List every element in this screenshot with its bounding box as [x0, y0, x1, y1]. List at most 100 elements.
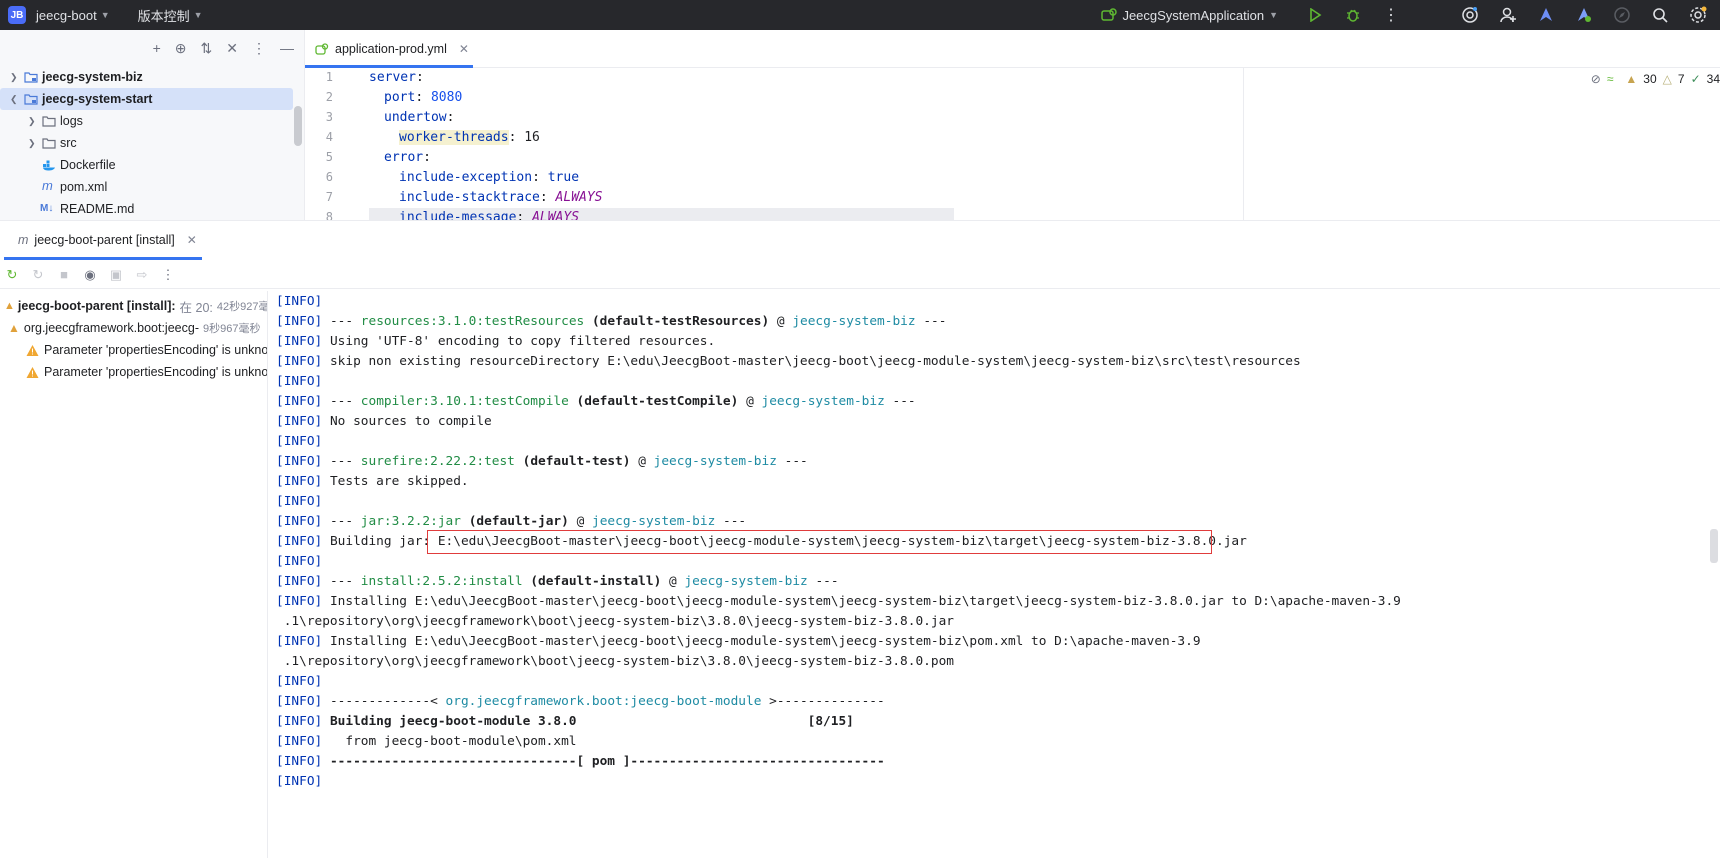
compass-icon[interactable] [1612, 5, 1632, 25]
line-number: 1 [325, 70, 333, 84]
deploy-icon[interactable] [1536, 5, 1556, 25]
run-tab-jeecg-boot-parent[interactable]: m jeecg-boot-parent [install] ✕ [18, 233, 197, 247]
line-number: 6 [325, 170, 333, 184]
module-folder-icon [24, 94, 38, 105]
tree-item-label: pom.xml [60, 180, 108, 194]
search-icon[interactable] [1650, 5, 1670, 25]
build-tree-warning[interactable]: Parameter 'propertiesEncoding' is unknow… [26, 361, 268, 383]
console-line: [INFO] --------------------------------[… [276, 754, 885, 769]
build-tree-label: Parameter 'propertiesEncoding' is unknow… [44, 343, 268, 357]
chevron-right-icon[interactable]: ❯ [10, 72, 18, 83]
inspection-widget[interactable]: ⊘ ≈ ▲ 30 △ 7 ✓ 34 [1591, 72, 1720, 86]
console-line: [INFO] No sources to compile [276, 414, 492, 429]
project-switcher[interactable]: jeecg-boot ▼ [32, 6, 114, 25]
reader-mode-icon[interactable]: ⊘ [1591, 72, 1601, 86]
active-tab-indicator [4, 257, 202, 260]
line-number: 4 [325, 130, 333, 144]
editor: application-prod.yml ✕ 1 2 3 4 5 6 7 8 s… [305, 30, 1720, 224]
code-line: undertow: [384, 110, 455, 125]
code-line: server: [369, 70, 424, 85]
console-scrollbar[interactable] [1710, 529, 1718, 563]
build-tree-root[interactable]: ▲ jeecg-boot-parent [install]: 在 20: 42秒… [4, 295, 267, 317]
tree-item-pom[interactable]: m pom.xml [0, 176, 304, 198]
typo-count: 34 [1706, 72, 1720, 86]
console-line: [INFO] --- compiler:3.10.1:testCompile (… [276, 394, 916, 409]
console-line: [INFO] Building jeecg-boot-module 3.8.0 … [276, 714, 854, 729]
rerun-icon[interactable]: ↻ [4, 267, 20, 283]
project-name: jeecg-boot [36, 7, 97, 23]
build-duration: 42秒927毫秒 [216, 301, 267, 313]
editor-tab-label: application-prod.yml [335, 42, 447, 56]
chevron-right-icon[interactable]: ❯ [28, 138, 36, 149]
close-icon[interactable]: ✕ [459, 42, 469, 56]
chevron-down-icon: ▼ [193, 10, 203, 20]
tree-item-label: README.md [60, 202, 135, 216]
spring-boot-icon [1101, 8, 1118, 21]
build-tree-warning[interactable]: Parameter 'propertiesEncoding' is unknow… [26, 339, 268, 361]
console-line: [INFO] --- resources:3.1.0:testResources… [276, 314, 947, 329]
tree-item-dockerfile[interactable]: Dockerfile [0, 154, 304, 176]
stop-icon[interactable]: ■ [56, 267, 72, 283]
tree-item-jeecg-system-start[interactable]: ❮ jeecg-system-start [0, 88, 293, 110]
more-options-icon[interactable]: ⋮ [252, 40, 266, 57]
chevron-down-icon: ▼ [1269, 10, 1278, 20]
tree-item-label: jeecg-system-biz [42, 70, 143, 84]
chevron-right-icon[interactable]: ❯ [28, 116, 36, 127]
right-margin-guide [1243, 68, 1244, 220]
locate-icon[interactable]: ⊕ [175, 40, 187, 57]
line-number: 7 [325, 190, 333, 204]
expand-all-icon[interactable]: ⇅ [201, 40, 213, 57]
run-icon[interactable] [1305, 5, 1325, 25]
vcs-menu[interactable]: 版本控制 ▼ [134, 4, 207, 27]
run-config-name: JeecgSystemApplication [1122, 7, 1265, 23]
new-file-icon[interactable]: + [153, 40, 161, 56]
console-line: .1\repository\org\jeecgframework\boot\je… [276, 614, 954, 629]
ai-assistant-icon[interactable] [1460, 5, 1480, 25]
build-tree-module[interactable]: ▲ org.jeecgframework.boot:jeecg- 9秒967毫秒 [8, 317, 260, 339]
chevron-down-icon[interactable]: ❮ [10, 94, 18, 105]
warning-icon [26, 366, 39, 378]
editor-tab-application-prod[interactable]: application-prod.yml ✕ [315, 38, 469, 60]
run-tab-label: jeecg-boot-parent [install] [34, 233, 175, 247]
maven-icon: m [42, 178, 53, 193]
hide-panel-icon[interactable]: — [280, 40, 294, 56]
eye-icon[interactable]: ◉ [82, 267, 98, 283]
check-icon: ✓ [1690, 72, 1701, 86]
add-user-icon[interactable] [1498, 5, 1518, 25]
tree-item-src[interactable]: ❯ src [0, 132, 304, 154]
highlight-box [427, 530, 1212, 554]
more-options-icon[interactable]: ⋮ [1381, 5, 1401, 25]
build-tree-suffix: 在 20: [179, 300, 213, 315]
more-options-icon[interactable]: ⋮ [160, 267, 176, 283]
console-line: [INFO] [276, 434, 323, 449]
camera-icon[interactable]: ▣ [108, 267, 124, 283]
tree-item-readme[interactable]: M↓ README.md [0, 198, 304, 220]
debug-icon[interactable] [1343, 5, 1363, 25]
tree-item-logs[interactable]: ❯ logs [0, 110, 304, 132]
collapse-all-icon[interactable]: ✕ [226, 40, 238, 57]
run-config-selector[interactable]: JeecgSystemApplication ▼ [1097, 6, 1282, 25]
module-folder-icon [24, 72, 38, 83]
line-number-gutter: 1 2 3 4 5 6 7 8 [305, 68, 357, 224]
project-badge[interactable]: JB [8, 6, 26, 24]
code-area[interactable]: server: port: 8080 undertow: worker-thre… [369, 68, 1269, 220]
tree-item-label: jeecg-system-start [42, 92, 153, 106]
sync-icon[interactable]: ≈ [1607, 72, 1614, 86]
console-line: [INFO] [276, 554, 323, 569]
tree-item-jeecg-system-biz[interactable]: ❯ jeecg-system-biz [0, 66, 304, 88]
warning-icon: ▲ [1625, 72, 1638, 86]
build-tree-label: Parameter 'propertiesEncoding' is unknow… [44, 365, 268, 379]
console-line: [INFO] Using 'UTF-8' encoding to copy fi… [276, 334, 716, 349]
console-output[interactable]: [INFO] [INFO] --- resources:3.1.0:testRe… [276, 291, 1696, 858]
warning-icon: ▲ [4, 300, 15, 312]
run-tab-bar: m jeecg-boot-parent [install] ✕ [0, 221, 1720, 261]
plugin-icon[interactable] [1574, 5, 1594, 25]
settings-gear-icon[interactable] [1688, 5, 1708, 25]
spring-config-icon [315, 43, 329, 55]
project-scrollbar[interactable] [294, 106, 302, 146]
rerun-failed-icon[interactable]: ↻ [30, 267, 46, 283]
markdown-icon: M↓ [40, 203, 54, 214]
folder-icon [42, 138, 56, 149]
close-icon[interactable]: ✕ [187, 233, 197, 247]
export-icon[interactable]: ⇨ [134, 267, 150, 283]
